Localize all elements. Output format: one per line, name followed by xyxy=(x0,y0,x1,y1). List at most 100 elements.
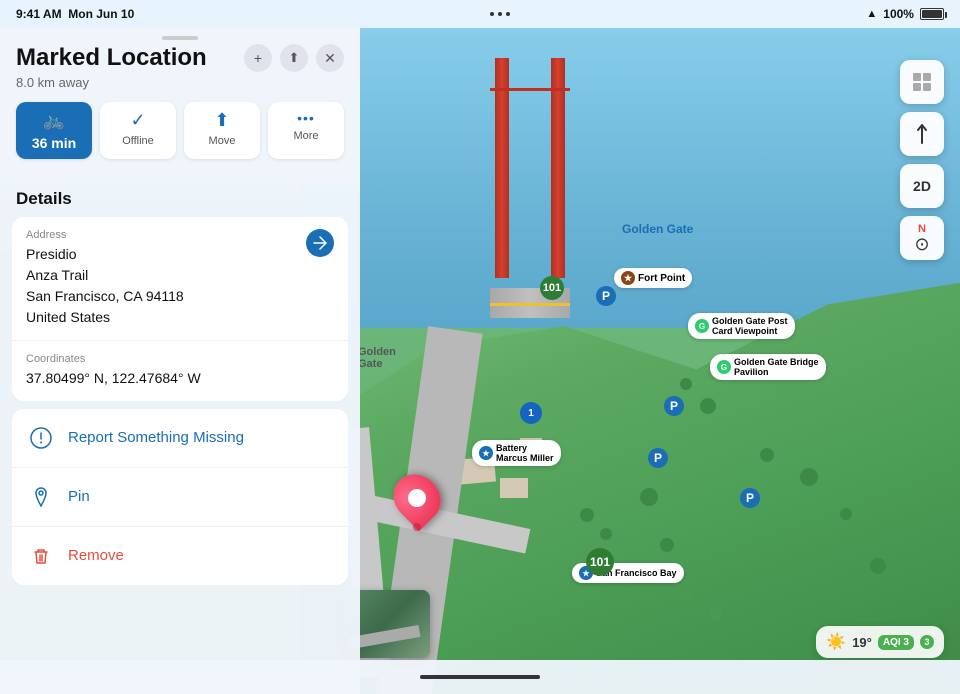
coordinates-value: 37.80499° N, 122.47684° W xyxy=(26,368,334,389)
panel-inner: Marked Location + ⬆ ✕ 8.0 km away xyxy=(0,28,360,585)
more-label: More xyxy=(293,130,318,142)
fort-point-icon: ★ xyxy=(621,271,635,285)
parking-1: P xyxy=(596,286,616,306)
pin-inner xyxy=(408,489,426,507)
coordinates-label: Coordinates xyxy=(26,353,334,365)
sf-bay-label: Golden Gate xyxy=(618,220,697,238)
parking-4: P xyxy=(740,488,760,508)
bike-icon: 🚲 xyxy=(43,110,65,131)
location-pin[interactable] xyxy=(395,473,439,523)
more-icon: ••• xyxy=(297,110,315,126)
compass-direction-icon: ⊙ xyxy=(914,235,929,253)
panel-title-row: Marked Location + ⬆ ✕ xyxy=(16,44,344,73)
tree-9 xyxy=(760,448,774,462)
location-panel: Marked Location + ⬆ ✕ 8.0 km away xyxy=(0,28,360,694)
tree-5 xyxy=(640,488,658,506)
compass-arrow: N ⊙ xyxy=(914,224,929,253)
thumbnail-road xyxy=(349,625,420,649)
gg-pavilion-label: Golden Gate BridgePavilion xyxy=(734,357,819,377)
add-button[interactable]: + xyxy=(244,44,272,72)
share-button[interactable]: ⬆ xyxy=(280,44,308,72)
share-icon: ⬆ xyxy=(289,50,300,66)
report-missing-label: Report Something Missing xyxy=(68,429,244,446)
pin-label: Pin xyxy=(68,488,90,505)
route-101-top: 101 xyxy=(540,276,564,300)
route-101-bottom: 101 xyxy=(586,548,614,576)
drag-handle[interactable] xyxy=(162,36,198,40)
details-section-title: Details xyxy=(0,185,360,217)
parking-3: P xyxy=(648,448,668,468)
offline-label: Offline xyxy=(122,135,154,147)
tree-3 xyxy=(580,508,594,522)
golden-gate-label: GoldenGate xyxy=(354,344,400,372)
poi-gg-pavilion: G Golden Gate BridgePavilion xyxy=(710,354,826,380)
panel-title-actions: + ⬆ ✕ xyxy=(244,44,344,72)
building-2 xyxy=(500,478,528,498)
map-style-button[interactable] xyxy=(900,60,944,104)
tree-14 xyxy=(710,608,722,620)
weather-temperature: 19° xyxy=(852,635,872,650)
move-button[interactable]: ⬆ Move xyxy=(184,102,260,159)
fort-point-label: Fort Point xyxy=(638,273,685,284)
action-buttons-row: 🚲 36 min ✓ Offline ⬆ Move ••• More xyxy=(16,102,344,159)
bike-time: 36 min xyxy=(32,135,76,151)
remove-item[interactable]: Remove xyxy=(12,527,348,585)
remove-icon-container xyxy=(26,541,56,571)
address-content: Address Presidio Anza Trail San Francisc… xyxy=(26,229,184,328)
panel-header: Marked Location + ⬆ ✕ 8.0 km away xyxy=(0,28,360,185)
action-list: Report Something Missing Pin Remove xyxy=(12,409,348,585)
bridge-cable xyxy=(490,88,570,188)
panel-title: Marked Location xyxy=(16,44,207,73)
wifi-icon: ▲ xyxy=(866,8,877,20)
pin-dot xyxy=(413,523,421,531)
pin-item[interactable]: Pin xyxy=(12,468,348,527)
tree-13 xyxy=(680,588,694,602)
more-button[interactable]: ••• More xyxy=(268,102,344,159)
tree-6 xyxy=(660,538,674,552)
tree-8 xyxy=(700,398,716,414)
poi-gg-post: G Golden Gate PostCard Viewpoint xyxy=(688,313,795,339)
navigate-address-button[interactable] xyxy=(306,229,334,257)
poi-fort-point: ★ Fort Point xyxy=(614,268,692,288)
home-indicator[interactable] xyxy=(420,675,540,679)
move-icon: ⬆ xyxy=(214,110,229,131)
battery-percentage: 100% xyxy=(883,7,914,21)
compass-button[interactable]: N ⊙ xyxy=(900,216,944,260)
battery-icon xyxy=(920,8,944,20)
status-bar-center xyxy=(490,12,510,16)
bottom-bar xyxy=(0,660,960,694)
poi-battery-mm: ★ BatteryMarcus Miller xyxy=(472,440,561,466)
gg-post-icon: G xyxy=(695,319,709,333)
tree-7 xyxy=(680,378,692,390)
tree-12 xyxy=(870,558,886,574)
details-card: Address Presidio Anza Trail San Francisc… xyxy=(12,217,348,401)
bridge-divider xyxy=(490,303,570,306)
aqi-level-indicator: 3 xyxy=(920,635,934,649)
weather-sun-icon: ☀️ xyxy=(826,632,846,652)
panel-subtitle: 8.0 km away xyxy=(16,75,344,90)
status-bar-right: ▲ 100% xyxy=(866,7,944,21)
offline-button[interactable]: ✓ Offline xyxy=(100,102,176,159)
2d-view-button[interactable]: 2D xyxy=(900,164,944,208)
tree-11 xyxy=(840,508,852,520)
address-row-inner: Address Presidio Anza Trail San Francisc… xyxy=(26,229,334,328)
weather-widget: ☀️ 19° AQI 3 3 xyxy=(816,626,944,658)
gg-pavilion-icon: G xyxy=(717,360,731,374)
pin-icon-container xyxy=(26,482,56,512)
address-label: Address xyxy=(26,229,184,241)
close-button[interactable]: ✕ xyxy=(316,44,344,72)
aqi-badge: AQI 3 xyxy=(878,635,914,650)
battery-mm-icon: ★ xyxy=(479,446,493,460)
address-value: Presidio Anza Trail San Francisco, CA 94… xyxy=(26,244,184,328)
parking-2: P xyxy=(664,396,684,416)
tree-10 xyxy=(800,468,818,486)
directions-button[interactable] xyxy=(900,112,944,156)
coordinates-row: Coordinates 37.80499° N, 122.47684° W xyxy=(12,341,348,401)
battery-mm-label: BatteryMarcus Miller xyxy=(496,443,554,463)
report-icon-container xyxy=(26,423,56,453)
offline-icon: ✓ xyxy=(130,110,145,131)
gg-post-label: Golden Gate PostCard Viewpoint xyxy=(712,316,788,336)
report-missing-item[interactable]: Report Something Missing xyxy=(12,409,348,468)
status-bar-time: 9:41 AM Mon Jun 10 xyxy=(16,7,134,21)
bike-directions-button[interactable]: 🚲 36 min xyxy=(16,102,92,159)
